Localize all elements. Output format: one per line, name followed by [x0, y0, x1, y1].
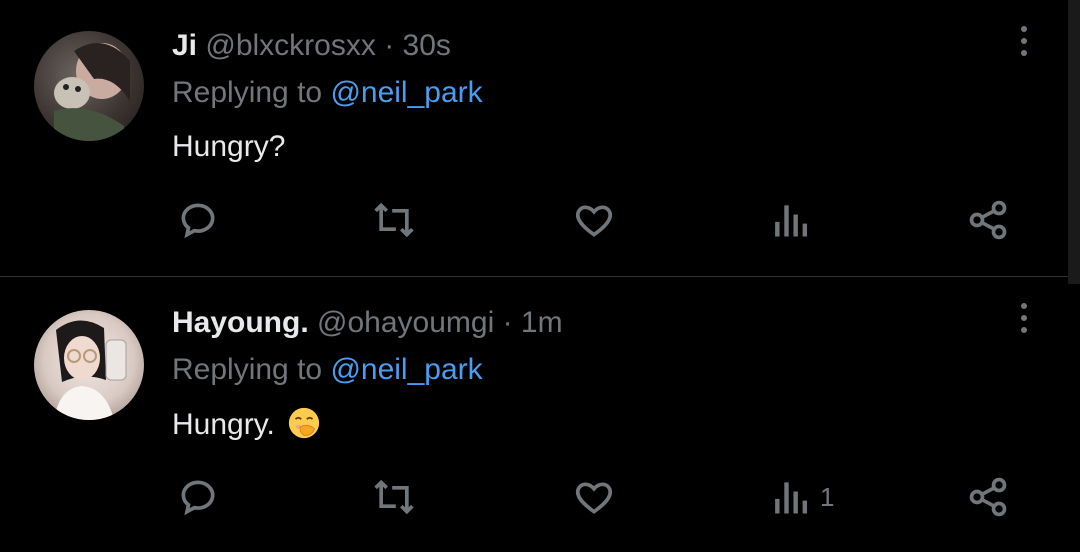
reply-icon — [181, 203, 215, 239]
more-options-icon[interactable] — [1012, 26, 1036, 62]
action-bar: 1 — [0, 473, 1080, 521]
views-button[interactable]: 1 — [770, 473, 834, 521]
share-button[interactable] — [966, 473, 1010, 521]
tweet-text: Hungry? — [172, 130, 286, 163]
tweet[interactable]: Hayoung. @ohayoumgi · 1m Replying to @ne… — [0, 277, 1080, 552]
views-count: 1 — [820, 481, 835, 512]
share-button[interactable] — [966, 196, 1010, 244]
timestamp[interactable]: 30s — [403, 29, 451, 62]
tweet[interactable]: Ji @blxckrosxx · 30s Replying to @neil_p… — [0, 0, 1080, 277]
retweet-button[interactable] — [372, 196, 416, 244]
retweet-icon — [374, 479, 414, 515]
reply-button[interactable] — [176, 473, 220, 521]
replying-prefix: Replying to — [172, 353, 323, 386]
retweet-button[interactable] — [372, 473, 416, 521]
mention-link[interactable]: @neil_park — [330, 76, 482, 109]
like-icon — [575, 205, 613, 237]
display-name[interactable]: Hayoung. — [172, 306, 309, 339]
share-icon — [969, 477, 1007, 517]
scrollbar[interactable] — [1068, 0, 1080, 284]
tweet-text: Hungry. — [172, 408, 275, 441]
replying-to: Replying to @neil_park — [172, 352, 483, 388]
separator: · — [384, 29, 395, 62]
views-icon — [775, 482, 808, 514]
separator: · — [502, 306, 513, 339]
tweet-text-container: Hungry. — [172, 406, 321, 443]
action-bar — [0, 196, 1080, 244]
more-options-icon[interactable] — [1012, 303, 1036, 339]
replying-to: Replying to @neil_park — [172, 75, 483, 111]
views-button[interactable] — [770, 196, 820, 244]
user-handle[interactable]: @ohayoumgi — [317, 306, 494, 339]
retweet-icon — [374, 202, 414, 238]
reply-button[interactable] — [176, 196, 220, 244]
timestamp[interactable]: 1m — [521, 306, 563, 339]
avatar[interactable] — [34, 310, 144, 420]
like-icon — [575, 482, 613, 514]
tweet-header: Ji @blxckrosxx · 30s — [172, 28, 451, 64]
display-name[interactable]: Ji — [172, 29, 197, 62]
views-icon — [775, 205, 808, 237]
tweet-header: Hayoung. @ohayoumgi · 1m — [172, 305, 563, 341]
reply-icon — [181, 480, 215, 516]
like-button[interactable] — [572, 473, 616, 521]
share-icon — [969, 200, 1007, 240]
replying-prefix: Replying to — [172, 76, 323, 109]
like-button[interactable] — [572, 196, 616, 244]
mention-link[interactable]: @neil_park — [330, 353, 482, 386]
avatar[interactable] — [34, 31, 144, 141]
face-with-hand-over-mouth-icon — [289, 407, 320, 439]
user-handle[interactable]: @blxckrosxx — [205, 29, 375, 62]
